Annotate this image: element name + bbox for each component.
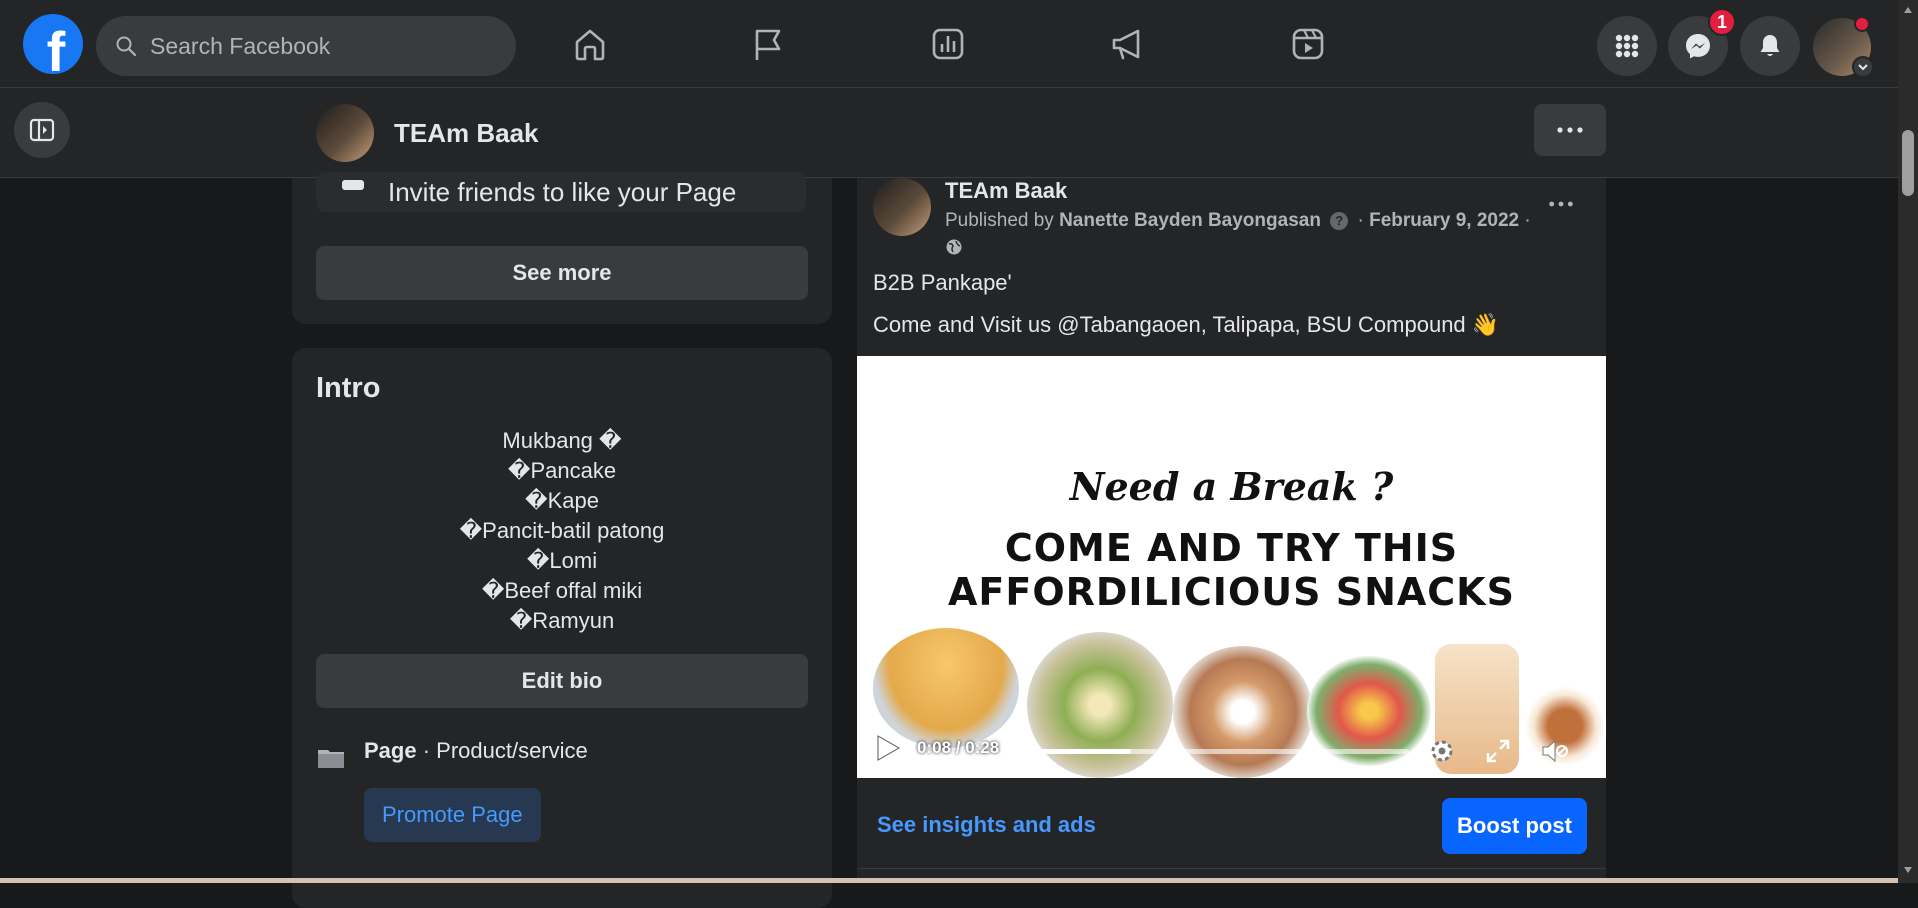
intro-title: Intro xyxy=(316,372,381,404)
see-insights-link[interactable]: See insights and ads xyxy=(877,812,1096,838)
settings-gear-icon[interactable] xyxy=(1427,736,1457,766)
taskbar-edge xyxy=(0,878,1898,883)
globe-icon xyxy=(946,239,962,255)
left-column: Invite friends to like your Page See mor… xyxy=(292,172,832,908)
messenger-badge: 1 xyxy=(1708,8,1736,36)
post-card: TEAm Baak Published by Nanette Bayden Ba… xyxy=(857,178,1606,883)
search-box[interactable] xyxy=(96,16,516,76)
more-options-button[interactable] xyxy=(1534,104,1606,156)
page-category-text: Page · Product/service xyxy=(364,738,588,764)
bio-text: Mukbang � �Pancake �Kape �Pancit-batil p… xyxy=(316,426,808,636)
volume-muted-icon[interactable] xyxy=(1539,736,1569,766)
post-author-name[interactable]: TEAm Baak xyxy=(945,178,1067,204)
bio-line: �Ramyun xyxy=(509,608,615,633)
bell-icon xyxy=(1760,35,1780,56)
publisher-name[interactable]: Nanette Bayden Bayongasan xyxy=(1059,210,1321,231)
chevron-down-icon[interactable] xyxy=(1852,56,1874,78)
sidebar-toggle-icon[interactable] xyxy=(14,102,70,158)
post-date[interactable]: February 9, 2022 xyxy=(1369,210,1519,231)
video-headline-line: COME AND TRY THIS xyxy=(1004,526,1459,570)
setup-card: Invite friends to like your Page See mor… xyxy=(292,172,832,324)
bio-line: �Pancit-batil patong xyxy=(459,518,665,543)
post-footer: See insights and ads Boost post xyxy=(857,778,1606,868)
avatar-notification-dot xyxy=(1854,16,1870,32)
top-navigation-bar: f 1 xyxy=(0,0,1898,88)
video-progress-fill xyxy=(1019,749,1131,754)
logo-letter: f xyxy=(46,20,66,75)
facebook-logo[interactable]: f xyxy=(23,14,83,74)
menu-grid-icon[interactable] xyxy=(1597,16,1657,76)
bio-line: �Pancake xyxy=(507,458,617,483)
more-icon xyxy=(1557,127,1583,133)
invite-friends-label: Invite friends to like your Page xyxy=(388,176,737,207)
page-title[interactable]: TEAm Baak xyxy=(394,118,539,149)
page-category-row: Page · Product/service xyxy=(316,738,588,772)
post-author-avatar[interactable] xyxy=(873,178,931,236)
post-text-line: Come and Visit us @Tabangaoen, Talipapa,… xyxy=(873,312,1500,337)
bio-line: �Kape xyxy=(525,488,599,513)
video-progress-bar[interactable] xyxy=(1019,749,1409,754)
search-input[interactable] xyxy=(150,32,490,60)
invite-icon xyxy=(342,180,364,190)
scrollbar[interactable] xyxy=(1898,0,1918,883)
notifications-button[interactable] xyxy=(1740,16,1800,76)
insights-icon[interactable] xyxy=(924,20,972,68)
invite-friends-row[interactable]: Invite friends to like your Page xyxy=(316,172,806,212)
briefcase-icon xyxy=(318,750,344,768)
play-icon[interactable] xyxy=(875,734,901,762)
divider xyxy=(857,868,1606,869)
fullscreen-icon[interactable] xyxy=(1483,736,1513,766)
video-controls: 0:08 / 0:28 xyxy=(857,718,1606,778)
flag-icon[interactable] xyxy=(744,20,792,68)
video-headline: COME AND TRY THIS AFFORDILICIOUS SNACKS xyxy=(857,526,1606,614)
post-text-line: B2B Pankape' xyxy=(873,270,1012,295)
post-video[interactable]: Need a Break ? COME AND TRY THIS AFFORDI… xyxy=(857,356,1606,778)
help-icon[interactable]: ? xyxy=(1330,211,1349,230)
search-icon xyxy=(116,36,137,57)
video-headline-line: AFFORDILICIOUS SNACKS xyxy=(948,570,1515,614)
video-headline-script: Need a Break ? xyxy=(1069,464,1394,509)
page-category: · Product/service xyxy=(416,738,588,763)
bio-line: �Beef offal miki xyxy=(481,578,643,603)
page-header-bar: TEAm Baak xyxy=(0,88,1898,178)
right-column: TEAm Baak Published by Nanette Bayden Ba… xyxy=(857,178,1606,883)
bio-line: Mukbang � xyxy=(502,428,622,453)
post-meta: Published by Nanette Bayden Bayongasan ?… xyxy=(945,208,1535,260)
reels-icon[interactable] xyxy=(1284,20,1332,68)
published-by-prefix: Published by xyxy=(945,210,1060,231)
page-avatar[interactable] xyxy=(316,104,374,162)
boost-post-button[interactable]: Boost post xyxy=(1442,798,1587,854)
edit-bio-button[interactable]: Edit bio xyxy=(316,654,808,708)
video-time: 0:08 / 0:28 xyxy=(917,738,1000,757)
scroll-thumb[interactable] xyxy=(1902,130,1914,196)
see-more-button[interactable]: See more xyxy=(316,246,808,300)
bio-line: �Lomi xyxy=(526,548,598,573)
intro-card: Intro Mukbang � �Pancake �Kape �Pancit-b… xyxy=(292,348,832,908)
page-type-label: Page xyxy=(364,738,417,763)
more-horizontal-icon xyxy=(1549,201,1573,207)
promote-page-button[interactable]: Promote Page xyxy=(364,788,541,842)
messenger-icon xyxy=(1686,34,1710,59)
post-options-button[interactable] xyxy=(1537,186,1585,222)
scroll-down-icon[interactable] xyxy=(1902,864,1914,876)
home-icon[interactable] xyxy=(566,20,614,68)
scroll-up-icon[interactable] xyxy=(1902,4,1914,16)
megaphone-icon[interactable] xyxy=(1104,20,1152,68)
messenger-button[interactable]: 1 xyxy=(1668,8,1736,76)
